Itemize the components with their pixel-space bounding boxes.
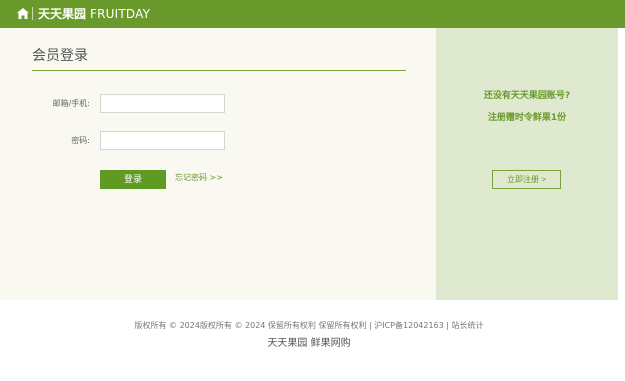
brand-name-cn[interactable]: 天天果园 <box>38 7 86 21</box>
username-input[interactable] <box>100 94 225 113</box>
register-button[interactable]: 立即注册 > <box>492 170 561 189</box>
top-bar: 天天果园 FRUITDAY <box>0 0 625 28</box>
footer-copyright: 版权所有 © 2024版权所有 © 2024 保留所有权利 保留所有权利 | 沪… <box>134 321 484 330</box>
header-divider <box>32 7 33 20</box>
title-divider <box>32 70 406 71</box>
register-gift-text: 注册赠时令鲜果1份 <box>487 113 567 123</box>
login-title: 会员登录 <box>32 48 88 64</box>
no-account-text: 还没有天天果园账号? <box>483 91 571 101</box>
username-label: 邮箱/手机: <box>52 99 90 108</box>
brand-name-en[interactable]: FRUITDAY <box>90 7 150 21</box>
main-area: 会员登录 邮箱/手机: 密码: 登录 忘记密码 >> 还没有天天果园账号? 注册… <box>0 28 625 300</box>
register-promo-panel: 还没有天天果园账号? 注册赠时令鲜果1份 立即注册 > <box>436 28 618 300</box>
forgot-password-link[interactable]: 忘记密码 >> <box>175 173 223 183</box>
login-button[interactable]: 登录 <box>100 170 166 189</box>
footer-tagline: 天天果园 鲜果网购 <box>267 338 351 349</box>
home-icon[interactable] <box>17 8 29 19</box>
login-panel: 会员登录 邮箱/手机: 密码: 登录 忘记密码 >> <box>0 28 436 300</box>
password-input[interactable] <box>100 131 225 150</box>
password-label: 密码: <box>71 136 90 145</box>
